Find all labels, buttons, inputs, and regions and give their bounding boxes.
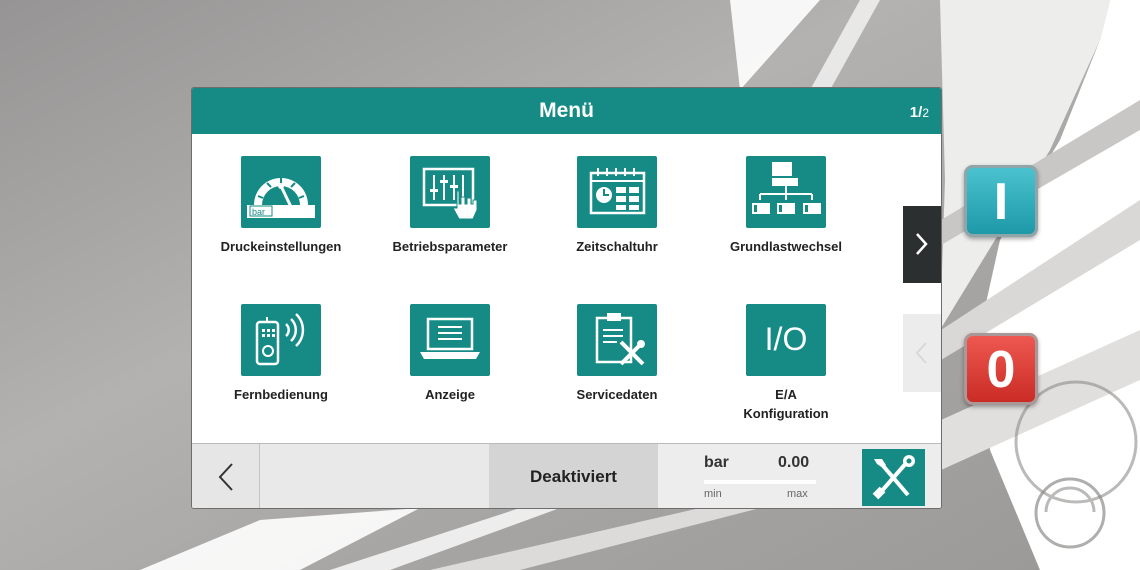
page-current: 1/	[909, 104, 923, 121]
laptop-display-icon	[410, 304, 490, 376]
pressure-value: 0.00	[778, 454, 810, 471]
hardware-on-button[interactable]: I	[964, 165, 1038, 237]
service-button[interactable]	[862, 449, 925, 506]
status-bar: Deaktiviert bar 0.00 min max	[192, 443, 941, 508]
tools-icon	[872, 455, 915, 500]
next-page-button[interactable]	[903, 206, 941, 283]
io-icon: I/O	[746, 304, 826, 376]
clipboard-tools-icon	[577, 304, 657, 376]
gauge-unit-text: bar	[252, 207, 265, 217]
calendar-clock-icon	[577, 156, 657, 228]
menu-label-ea: E/A Konfiguration	[701, 385, 871, 423]
menu-label-fernbedienung: Fernbedienung	[234, 387, 328, 402]
prev-page-button-disabled	[903, 314, 941, 392]
off-button-label: 0	[986, 341, 1016, 399]
back-button[interactable]	[192, 444, 260, 508]
chevron-right-icon	[916, 233, 928, 255]
page-total: 2	[922, 106, 929, 120]
remote-control-icon	[241, 304, 321, 376]
pressure-max-label: max	[787, 488, 808, 500]
chevron-left-icon	[218, 463, 233, 491]
pressure-bar	[704, 480, 816, 484]
chevron-left-icon	[915, 342, 927, 364]
menu-label-servicedaten: Servicedaten	[576, 387, 658, 402]
menu-label-anzeige: Anzeige	[425, 387, 475, 402]
menu-label-betriebsparameter: Betriebsparameter	[392, 239, 508, 254]
menu-label-grundlastwechsel: Grundlastwechsel	[730, 239, 842, 254]
menu-label-ea-line2: Konfiguration	[743, 406, 829, 421]
compressor-network-icon	[746, 156, 826, 228]
pressure-readout: bar 0.00 min max	[658, 444, 828, 508]
page-indicator: 1/2	[910, 104, 929, 121]
io-icon-text: I/O	[764, 321, 808, 357]
status-bar-spacer	[260, 444, 489, 508]
on-button-label: I	[993, 173, 1009, 231]
pressure-unit: bar	[704, 454, 729, 471]
pressure-gauge-icon: bar	[241, 156, 321, 228]
menu-label-druckeinstellungen: Druckeinstellungen	[220, 239, 342, 254]
operating-status: Deaktiviert	[489, 444, 658, 508]
title-bar: Menü 1/2	[192, 88, 941, 134]
menu-label-ea-line1: E/A	[775, 387, 797, 402]
touch-screen: Menü 1/2 bar Druckeinstellungen Betriebs…	[192, 88, 941, 508]
pressure-min-label: min	[704, 488, 722, 500]
sliders-touch-icon	[410, 156, 490, 228]
hardware-off-button[interactable]: 0	[964, 333, 1038, 405]
menu-label-zeitschaltuhr: Zeitschaltuhr	[576, 239, 658, 254]
page-title: Menü	[539, 99, 594, 122]
